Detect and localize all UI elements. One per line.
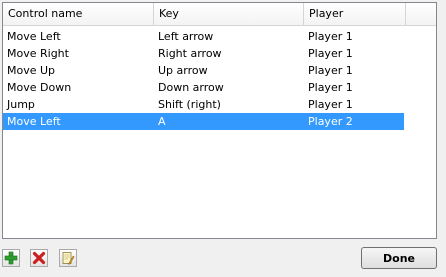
control-name-cell: Move Up	[7, 64, 56, 77]
table-row[interactable]: Move Down Down arrow Player 1	[3, 79, 404, 96]
table-row[interactable]: Move Up Up arrow Player 1	[3, 62, 404, 79]
key-cell: Left arrow	[158, 30, 214, 43]
player-cell: Player 1	[308, 81, 353, 94]
control-name-cell: Move Left	[7, 30, 61, 43]
control-name-cell: Move Left	[7, 115, 61, 128]
remove-control-button[interactable]	[30, 249, 48, 267]
done-button[interactable]: Done	[361, 247, 437, 269]
column-header-player[interactable]: Player	[304, 3, 406, 25]
edit-control-button[interactable]	[59, 249, 77, 267]
add-control-button[interactable]	[2, 249, 20, 267]
player-cell: Player 1	[308, 30, 353, 43]
player-cell: Player 1	[308, 98, 353, 111]
column-header-key[interactable]: Key	[154, 3, 304, 25]
table-row[interactable]: Move Right Right arrow Player 1	[3, 45, 404, 62]
control-name-cell: Jump	[7, 98, 35, 111]
table-row-selected[interactable]: Move Left A Player 2	[3, 113, 404, 130]
edit-icon	[62, 252, 75, 265]
list-header: Control name Key Player	[3, 3, 436, 26]
control-name-cell: Move Right	[7, 47, 69, 60]
control-name-cell: Move Down	[7, 81, 72, 94]
table-row[interactable]: Jump Shift (right) Player 1	[3, 96, 404, 113]
key-cell: Down arrow	[158, 81, 224, 94]
delete-icon	[32, 251, 46, 265]
controls-list[interactable]: Control name Key Player Move Left Left a…	[2, 2, 437, 239]
list-rows: Move Left Left arrow Player 1 Move Right…	[3, 28, 404, 130]
player-cell: Player 1	[308, 47, 353, 60]
player-cell: Player 2	[308, 115, 353, 128]
key-cell: Shift (right)	[158, 98, 221, 111]
plus-icon	[4, 251, 18, 265]
column-header-control-name[interactable]: Control name	[3, 3, 154, 25]
key-cell: Right arrow	[158, 47, 222, 60]
key-cell: Up arrow	[158, 64, 208, 77]
table-row[interactable]: Move Left Left arrow Player 1	[3, 28, 404, 45]
player-cell: Player 1	[308, 64, 353, 77]
key-cell: A	[158, 115, 166, 128]
